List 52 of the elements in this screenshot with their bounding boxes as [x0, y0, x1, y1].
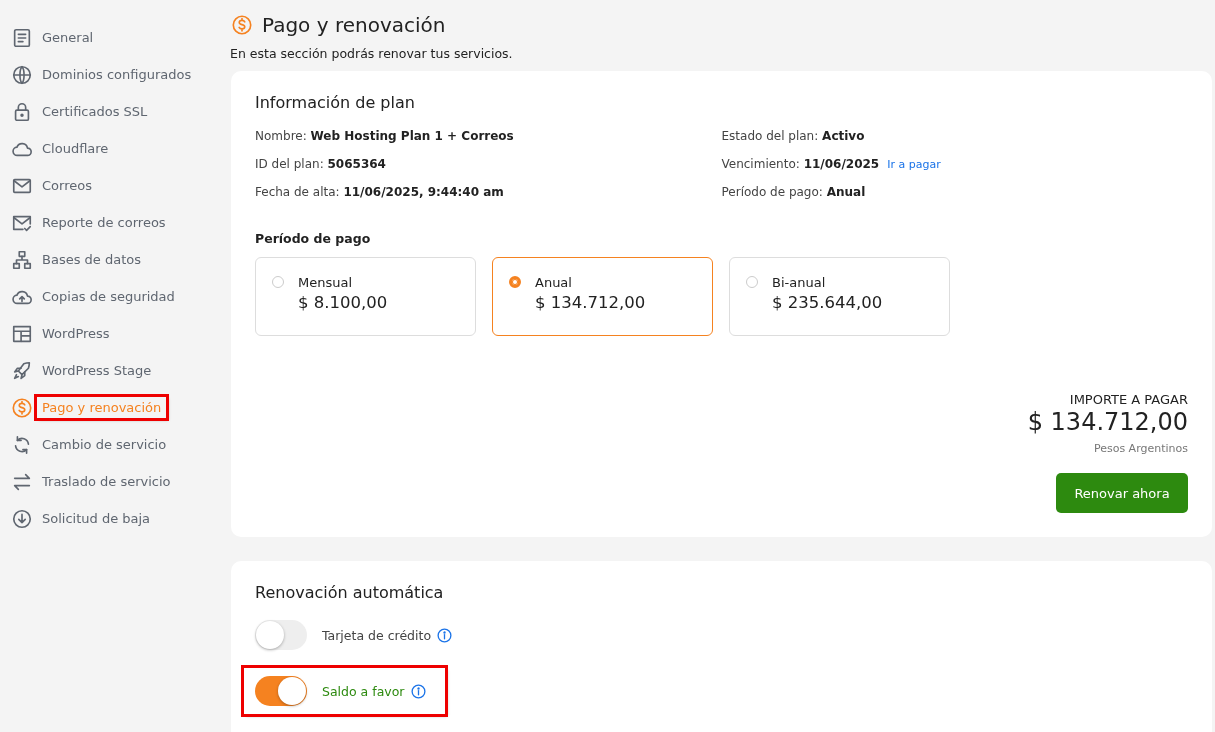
sidebar-item[interactable]: General: [0, 19, 215, 56]
period-price: $ 235.644,00: [772, 293, 883, 312]
period-name: Anual: [535, 275, 573, 290]
sidebar-item[interactable]: Certificados SSL: [0, 93, 215, 130]
hierarchy-icon: [11, 248, 33, 271]
sidebar-item[interactable]: Traslado de servicio: [0, 463, 215, 500]
page-subtitle: En esta sección podrás renovar tus servicios.: [230, 46, 514, 61]
renew-button[interactable]: Renovar ahora: [1056, 473, 1188, 513]
sidebar-item[interactable]: Reporte de correos: [0, 204, 215, 241]
period-name: Mensual: [298, 275, 354, 290]
toggle-switch[interactable]: [255, 676, 307, 706]
plan-detail: Período de pago: Anual: [721, 184, 867, 201]
currency-label: Pesos Argentinos: [1093, 442, 1188, 455]
plan-detail: Vencimiento: 11/06/2025: [721, 156, 880, 173]
info-icon[interactable]: [437, 627, 453, 643]
page-title: Pago y renovación: [262, 13, 446, 37]
amount-label: IMPORTE A PAGAR: [1069, 392, 1188, 407]
amount-value: $ 134.712,00: [1027, 408, 1188, 436]
sidebar-item[interactable]: Dominios configurados: [0, 56, 215, 93]
sidebar-item[interactable]: WordPress: [0, 315, 215, 352]
period-option[interactable]: Mensual $ 8.100,00: [255, 257, 476, 336]
option-label: Saldo a favor: [322, 683, 405, 699]
dollar-icon: [231, 14, 253, 36]
sidebar-item[interactable]: Correos: [0, 167, 215, 204]
toggle-switch[interactable]: [255, 620, 307, 650]
sidebar-item[interactable]: Cloudflare: [0, 130, 215, 167]
sidebar-item[interactable]: Cambio de servicio: [0, 426, 215, 463]
rocket-icon: [11, 359, 33, 382]
info-icon[interactable]: [410, 683, 426, 699]
globe-icon: [11, 63, 33, 86]
plan-detail: Estado del plan: Activo: [721, 128, 866, 145]
option-label: Tarjeta de crédito: [322, 627, 432, 643]
sidebar-item[interactable]: Bases de datos: [0, 241, 215, 278]
period-price: $ 134.712,00: [535, 293, 646, 312]
sidebar-item[interactable]: Solicitud de baja: [0, 500, 215, 537]
sidebar-item[interactable]: Copias de seguridad: [0, 278, 215, 315]
period-option[interactable]: Anual $ 134.712,00: [492, 257, 713, 336]
download-icon: [11, 507, 33, 530]
radio-button[interactable]: [509, 276, 521, 288]
section-label: Período de pago: [255, 231, 372, 246]
sidebar-item[interactable]: WordPress Stage: [0, 352, 215, 389]
card-title: Renovación automática: [255, 583, 445, 602]
period-option[interactable]: Bi-anual $ 235.644,00: [729, 257, 950, 336]
pay-link[interactable]: Ir a pagar: [887, 158, 941, 171]
plan-detail: Fecha de alta: 11/06/2025, 9:44:40 am: [255, 184, 505, 201]
plan-detail: ID del plan: 5065364: [255, 156, 387, 173]
dollar-icon: [11, 396, 33, 419]
period-price: $ 8.100,00: [298, 293, 388, 312]
card-title: Información de plan: [255, 93, 416, 112]
document-icon: [11, 26, 33, 49]
period-name: Bi-anual: [772, 275, 827, 290]
plan-detail: Nombre: Web Hosting Plan 1 + Correos: [255, 128, 515, 145]
